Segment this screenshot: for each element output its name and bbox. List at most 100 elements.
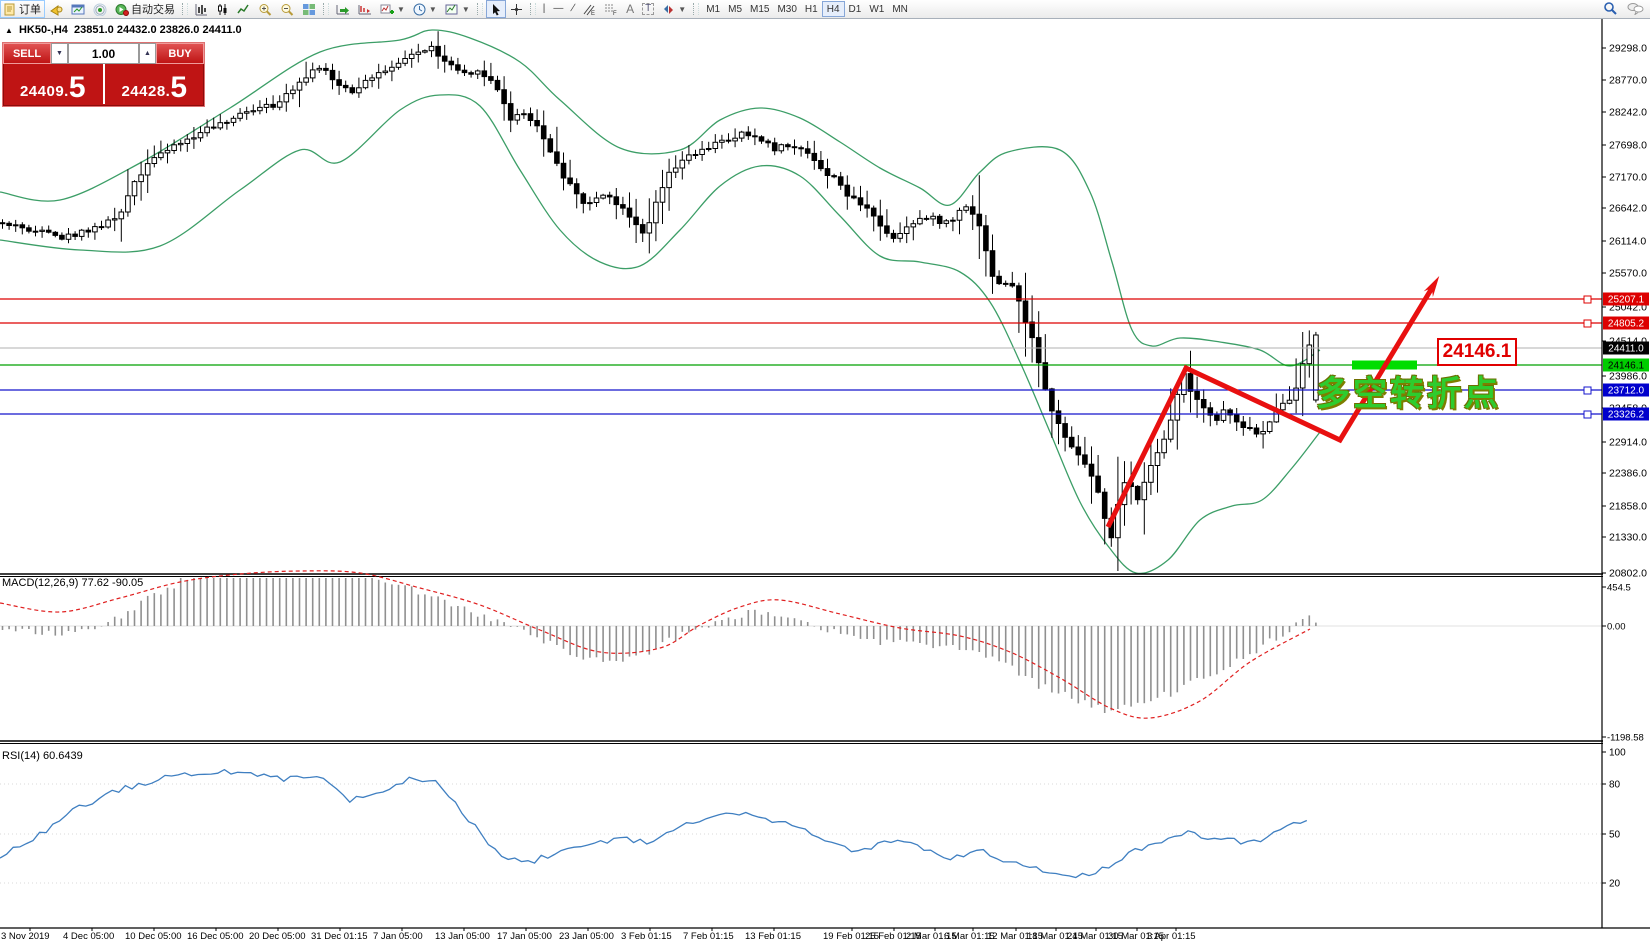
volume-increase-button[interactable]: ▲ (139, 43, 156, 64)
autoscroll-icon (336, 4, 349, 14)
buy-price-fraction: 5 (170, 71, 188, 104)
svg-text:24146.1: 24146.1 (1608, 361, 1645, 372)
line-chart-button[interactable] (233, 0, 254, 18)
bar-chart-button[interactable] (191, 0, 212, 18)
hline-icon: — (553, 3, 564, 14)
arrows-tool[interactable]: ▼ (658, 0, 690, 18)
svg-text:0.00: 0.00 (1607, 622, 1626, 633)
svg-text:-1198.58: -1198.58 (1607, 733, 1644, 744)
svg-text:20: 20 (1609, 879, 1621, 890)
svg-text:F: F (613, 11, 617, 16)
indicators-button[interactable]: ▼ (376, 0, 409, 18)
chevron-down-icon[interactable]: ▼ (429, 5, 437, 14)
period-d1[interactable]: D1 (845, 2, 866, 16)
crosshair-tool[interactable] (506, 0, 527, 18)
svg-text:28242.0: 28242.0 (1609, 107, 1647, 119)
svg-text:13 Jan 05:00: 13 Jan 05:00 (435, 931, 490, 942)
label-icon: T (642, 3, 655, 15)
fibonacci-tool[interactable]: F (600, 0, 622, 18)
buy-price[interactable]: 24428. 5 (105, 64, 205, 104)
sell-button[interactable]: SELL (3, 43, 51, 64)
svg-text:22386.0: 22386.0 (1609, 468, 1647, 480)
chart-symbol-timeframe: HK50-,H4 (18, 24, 68, 36)
vline-icon: | (542, 3, 546, 14)
chevron-down-icon[interactable]: ▼ (678, 5, 686, 14)
document-icon (4, 3, 15, 15)
cursor-tool[interactable] (485, 0, 506, 18)
templates-button[interactable]: ▼ (441, 0, 474, 18)
volume-input[interactable]: 1.00 (68, 43, 139, 64)
tile-windows-button[interactable] (298, 0, 320, 18)
svg-text:3 Nov 2019: 3 Nov 2019 (1, 931, 50, 942)
svg-text:4 Dec 05:00: 4 Dec 05:00 (63, 931, 114, 942)
volume-decrease-button[interactable]: ▼ (51, 43, 68, 64)
hline-tool[interactable]: — (549, 0, 567, 18)
community-icon[interactable] (1627, 2, 1644, 15)
toolbar-separator (529, 3, 536, 15)
new-order-label: 订单 (19, 4, 41, 16)
fibonacci-icon: F (605, 4, 617, 16)
arrows-icon (664, 4, 674, 14)
autoscroll-button[interactable] (332, 0, 354, 18)
period-mn[interactable]: MN (888, 2, 912, 16)
buy-button[interactable]: BUY (156, 43, 204, 64)
search-icon[interactable] (1603, 1, 1617, 15)
rsi-indicator-label: RSI(14) 60.6439 (2, 750, 83, 762)
svg-text:24411.0: 24411.0 (1608, 344, 1644, 355)
candlestick-icon (218, 3, 227, 15)
period-m5[interactable]: M5 (724, 2, 746, 16)
svg-text:21858.0: 21858.0 (1609, 501, 1647, 513)
toolbar-separator (476, 3, 483, 15)
svg-text:25207.1: 25207.1 (1608, 295, 1645, 306)
indicators-icon (380, 4, 394, 14)
zoom-in-button[interactable] (254, 0, 276, 18)
turning-point-annotation: 多空转折点 (1316, 375, 1501, 413)
vline-tool[interactable]: | (539, 0, 550, 18)
svg-text:28770.0: 28770.0 (1609, 75, 1647, 87)
svg-text:16 Dec 05:00: 16 Dec 05:00 (187, 931, 244, 942)
bar-chart-icon (195, 3, 207, 15)
chart-shift-icon (358, 4, 371, 14)
sell-price[interactable]: 24409. 5 (3, 64, 105, 104)
period-m30[interactable]: M30 (773, 2, 800, 16)
svg-text:23712.0: 23712.0 (1608, 386, 1645, 397)
chart-title: ▲ HK50-,H4 23851.0 24432.0 23826.0 24411… (5, 24, 242, 36)
chart-shift-button[interactable] (354, 0, 376, 18)
svg-text:E: E (591, 11, 595, 16)
autotrading-button[interactable]: 自动交易 (111, 0, 179, 18)
autotrading-icon (115, 3, 129, 16)
label-tool[interactable]: T (638, 0, 658, 18)
candlestick-button[interactable] (212, 0, 233, 18)
new-order-button[interactable]: 订单 (0, 0, 45, 18)
svg-text:25570.0: 25570.0 (1609, 268, 1647, 280)
svg-text:100: 100 (1609, 748, 1626, 759)
chart-window-button[interactable] (67, 0, 89, 18)
period-w1[interactable]: W1 (865, 2, 888, 16)
zoom-out-button[interactable] (276, 0, 298, 18)
svg-text:23326.2: 23326.2 (1608, 410, 1645, 421)
signal-icon (93, 3, 107, 16)
svg-text:22914.0: 22914.0 (1609, 437, 1647, 449)
text-tool[interactable]: A (622, 0, 638, 18)
svg-text:10 Dec 05:00: 10 Dec 05:00 (125, 931, 182, 942)
chevron-down-icon[interactable]: ▼ (397, 5, 405, 14)
period-m1[interactable]: M1 (702, 2, 724, 16)
channel-icon: E (583, 4, 595, 16)
periods-button[interactable]: ▼ (409, 0, 441, 18)
chevron-down-icon[interactable]: ▼ (462, 5, 470, 14)
svg-text:29298.0: 29298.0 (1609, 43, 1647, 55)
horn-button[interactable] (45, 0, 67, 18)
cursor-icon (492, 3, 500, 15)
chart-canvas[interactable]: 29298.0 28770.0 28242.0 27698.0 27170.0 26642… (0, 0, 1650, 943)
templates-icon (445, 4, 458, 14)
autotrading-label: 自动交易 (131, 4, 175, 16)
signals-button[interactable] (89, 0, 111, 18)
channel-tool[interactable]: E (578, 0, 600, 18)
chart-marker-icon: ▲ (5, 26, 13, 35)
period-m15[interactable]: M15 (746, 2, 773, 16)
trendline-tool[interactable]: / (567, 0, 578, 18)
svg-text:23 Jan 05:00: 23 Jan 05:00 (559, 931, 614, 942)
period-h4[interactable]: H4 (821, 1, 845, 17)
period-h1[interactable]: H1 (801, 2, 822, 16)
toolbar-separator (693, 3, 700, 15)
